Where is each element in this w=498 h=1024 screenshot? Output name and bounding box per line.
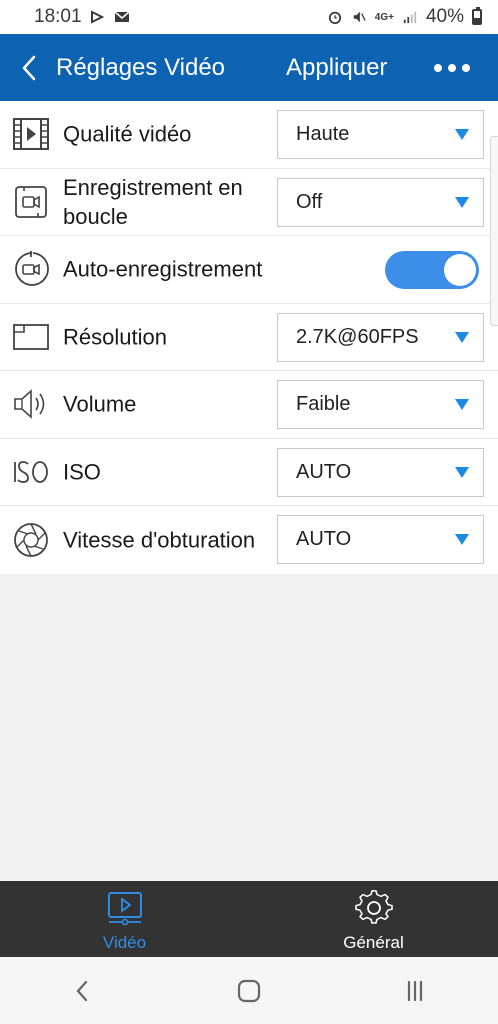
network-type: 4G+ xyxy=(374,11,394,23)
setting-label: Vitesse d'obturation xyxy=(63,527,256,553)
status-bar: 18:01 4G+ 40% xyxy=(0,0,498,34)
auto-record-icon xyxy=(15,251,49,287)
mute-icon xyxy=(353,11,366,23)
setting-video-quality: Qualité vidéo Haute xyxy=(0,101,498,169)
dropdown-value: 2.7K@60FPS xyxy=(296,325,419,348)
video-quality-dropdown[interactable]: Haute xyxy=(277,110,484,159)
status-left: 18:01 xyxy=(34,6,130,28)
tab-video[interactable]: Vidéo xyxy=(0,881,249,957)
system-nav-bar xyxy=(0,957,498,1024)
loop-record-icon xyxy=(15,185,47,218)
setting-label: Qualité vidéo xyxy=(63,121,192,147)
battery-percent: 40% xyxy=(425,6,464,27)
edge-panel-handle[interactable] xyxy=(490,136,498,326)
setting-label: Auto-enregistrement xyxy=(63,256,263,282)
dropdown-value: AUTO xyxy=(296,460,352,483)
tab-general[interactable]: Général xyxy=(249,881,498,957)
settings-list: Qualité vidéo Haute Enregistrement en bo… xyxy=(0,101,498,574)
gear-icon xyxy=(354,890,393,924)
setting-label: Résolution xyxy=(63,324,167,350)
toggle-knob xyxy=(444,254,476,286)
dropdown-value: Off xyxy=(296,190,323,213)
film-icon xyxy=(13,118,49,151)
setting-shutter-speed: Vitesse d'obturation AUTO xyxy=(0,506,498,574)
iso-dropdown[interactable]: AUTO xyxy=(277,447,484,497)
loop-recording-dropdown[interactable]: Off xyxy=(277,177,484,227)
mail-icon xyxy=(114,11,130,22)
page-title: Réglages Vidéo xyxy=(56,54,226,81)
notification-icon xyxy=(90,10,104,24)
setting-auto-record: Auto-enregistrement xyxy=(0,236,498,304)
apply-button[interactable]: Appliquer xyxy=(286,54,387,82)
shutter-icon xyxy=(14,522,48,557)
dropdown-arrow-icon xyxy=(455,466,469,478)
tab-label: Vidéo xyxy=(102,933,147,952)
signal-icon xyxy=(403,11,417,24)
setting-resolution: Résolution 2.7K@60FPS xyxy=(0,304,498,371)
speaker-icon xyxy=(14,389,45,420)
alarm-icon xyxy=(328,11,341,24)
nav-home-icon[interactable] xyxy=(234,976,264,1006)
dropdown-arrow-icon xyxy=(455,399,469,410)
tab-label: Général xyxy=(343,933,404,952)
resolution-icon xyxy=(13,323,49,350)
dropdown-value: Haute xyxy=(296,123,350,145)
status-right: 4G+ 40% xyxy=(327,6,482,28)
setting-iso: ISO AUTO xyxy=(0,439,498,506)
dropdown-value: Faible xyxy=(296,393,351,415)
nav-back-icon[interactable] xyxy=(68,976,98,1006)
setting-label: Volume xyxy=(63,391,137,417)
auto-record-toggle[interactable] xyxy=(385,251,479,289)
battery-icon xyxy=(472,7,482,25)
back-arrow-icon[interactable] xyxy=(18,54,42,82)
nav-recents-icon[interactable] xyxy=(400,976,430,1006)
setting-loop-recording: Enregistrement en boucle Off xyxy=(0,169,498,236)
setting-label: Enregistrement en boucle xyxy=(63,174,243,229)
volume-dropdown[interactable]: Faible xyxy=(277,380,484,429)
status-time: 18:01 xyxy=(34,6,82,27)
dropdown-arrow-icon xyxy=(455,534,469,545)
setting-label: ISO xyxy=(63,459,101,485)
iso-icon xyxy=(14,460,48,483)
dropdown-arrow-icon xyxy=(455,129,469,140)
more-options-icon[interactable] xyxy=(432,56,472,80)
app-header: Réglages Vidéo Appliquer xyxy=(0,34,498,101)
dropdown-arrow-icon xyxy=(455,331,469,343)
video-tab-icon xyxy=(107,892,142,926)
dropdown-arrow-icon xyxy=(455,196,469,208)
setting-volume: Volume Faible xyxy=(0,371,498,439)
resolution-dropdown[interactable]: 2.7K@60FPS xyxy=(277,312,484,362)
shutter-speed-dropdown[interactable]: AUTO xyxy=(277,515,484,564)
bottom-tab-bar: Vidéo Général xyxy=(0,881,498,957)
dropdown-value: AUTO xyxy=(296,528,352,550)
